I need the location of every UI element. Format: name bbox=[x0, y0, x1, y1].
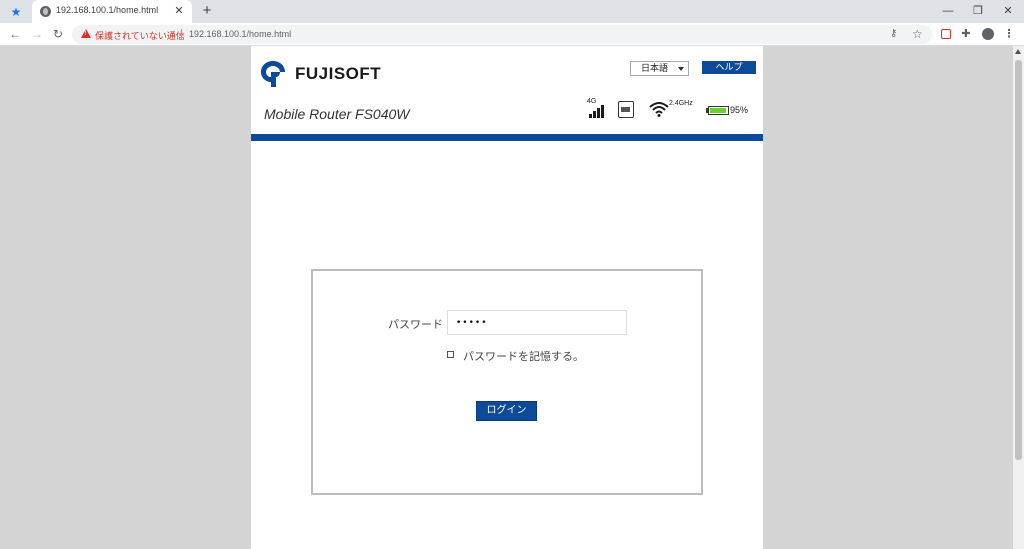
password-input[interactable] bbox=[447, 310, 627, 335]
password-label: パスワード bbox=[388, 319, 443, 331]
tab-title: 192.168.100.1/home.html bbox=[56, 5, 159, 15]
scrollbar-thumb[interactable] bbox=[1015, 60, 1022, 460]
page-viewport: FUJISOFT 日本語 ヘルプ Mobile Router FS040W 4G… bbox=[0, 46, 1013, 549]
chevron-down-icon bbox=[678, 67, 684, 71]
network-type-label: 4G bbox=[587, 98, 597, 105]
model-name: Mobile Router FS040W bbox=[264, 106, 410, 122]
browser-toolbar: ← → ↻ 保護されていない通信 192.168.100.1/home.html… bbox=[0, 23, 1024, 46]
signal-strength-icon: 4G bbox=[587, 98, 609, 118]
signal-bar bbox=[601, 105, 604, 118]
wifi-band-label: 2.4GHz bbox=[669, 100, 693, 107]
login-button[interactable]: ログイン bbox=[476, 401, 537, 421]
signal-bar bbox=[597, 108, 600, 118]
puzzle-icon[interactable]: ✚ bbox=[958, 26, 974, 42]
new-tab-button[interactable]: + bbox=[198, 2, 216, 20]
wifi-icon bbox=[649, 102, 669, 117]
browser-tab[interactable]: 192.168.100.1/home.html ✕ bbox=[32, 0, 192, 23]
login-panel: パスワード パスワードを記憶する。 ログイン bbox=[311, 269, 703, 495]
logo-wordmark: FUJISOFT bbox=[295, 64, 382, 83]
profile-avatar-icon[interactable] bbox=[980, 26, 996, 42]
omnibox-divider bbox=[181, 29, 182, 40]
battery-fill bbox=[710, 108, 726, 113]
window-close-icon[interactable]: ✕ bbox=[996, 2, 1020, 20]
kebab-menu-icon[interactable]: ⋮ bbox=[1001, 26, 1017, 42]
remember-password-checkbox[interactable] bbox=[447, 351, 454, 358]
remember-password-label[interactable]: パスワードを記憶する。 bbox=[463, 348, 584, 364]
back-arrow-icon[interactable]: ← bbox=[6, 25, 24, 43]
help-button[interactable]: ヘルプ bbox=[702, 61, 756, 74]
security-status-text[interactable]: 保護されていない通信 bbox=[95, 29, 185, 42]
header-divider bbox=[251, 134, 763, 141]
minimize-icon[interactable]: — bbox=[936, 2, 960, 20]
forward-arrow-icon[interactable]: → bbox=[28, 25, 46, 43]
vertical-scrollbar[interactable] bbox=[1013, 46, 1024, 549]
language-select[interactable]: 日本語 bbox=[630, 61, 689, 76]
bookmark-star-icon[interactable]: ☆ bbox=[912, 27, 923, 41]
url-text[interactable]: 192.168.100.1/home.html bbox=[189, 29, 291, 39]
sd-card-icon bbox=[618, 101, 634, 118]
warning-triangle-icon[interactable] bbox=[81, 29, 91, 38]
signal-bar bbox=[593, 111, 596, 118]
battery-icon bbox=[708, 106, 729, 115]
extension-icon[interactable] bbox=[938, 26, 954, 42]
restore-icon[interactable]: ❐ bbox=[966, 2, 990, 20]
fujisoft-logo-icon bbox=[261, 61, 285, 87]
address-bar[interactable]: 保護されていない通信 192.168.100.1/home.html ⚷ ☆ bbox=[72, 25, 932, 44]
router-page: FUJISOFT 日本語 ヘルプ Mobile Router FS040W 4G… bbox=[251, 46, 763, 549]
reload-icon[interactable]: ↻ bbox=[49, 25, 67, 43]
globe-icon bbox=[40, 6, 51, 17]
pinned-tab-star-icon[interactable]: ★ bbox=[7, 3, 25, 21]
key-icon[interactable]: ⚷ bbox=[890, 28, 897, 39]
battery-percent: 95% bbox=[730, 105, 749, 115]
tab-strip: ★ 192.168.100.1/home.html ✕ + — ❐ ✕ bbox=[0, 0, 1024, 23]
language-selected-value: 日本語 bbox=[641, 63, 669, 73]
scroll-up-arrow-icon[interactable] bbox=[1015, 49, 1021, 54]
signal-bar bbox=[589, 114, 592, 118]
tab-close-icon[interactable]: ✕ bbox=[172, 4, 186, 18]
